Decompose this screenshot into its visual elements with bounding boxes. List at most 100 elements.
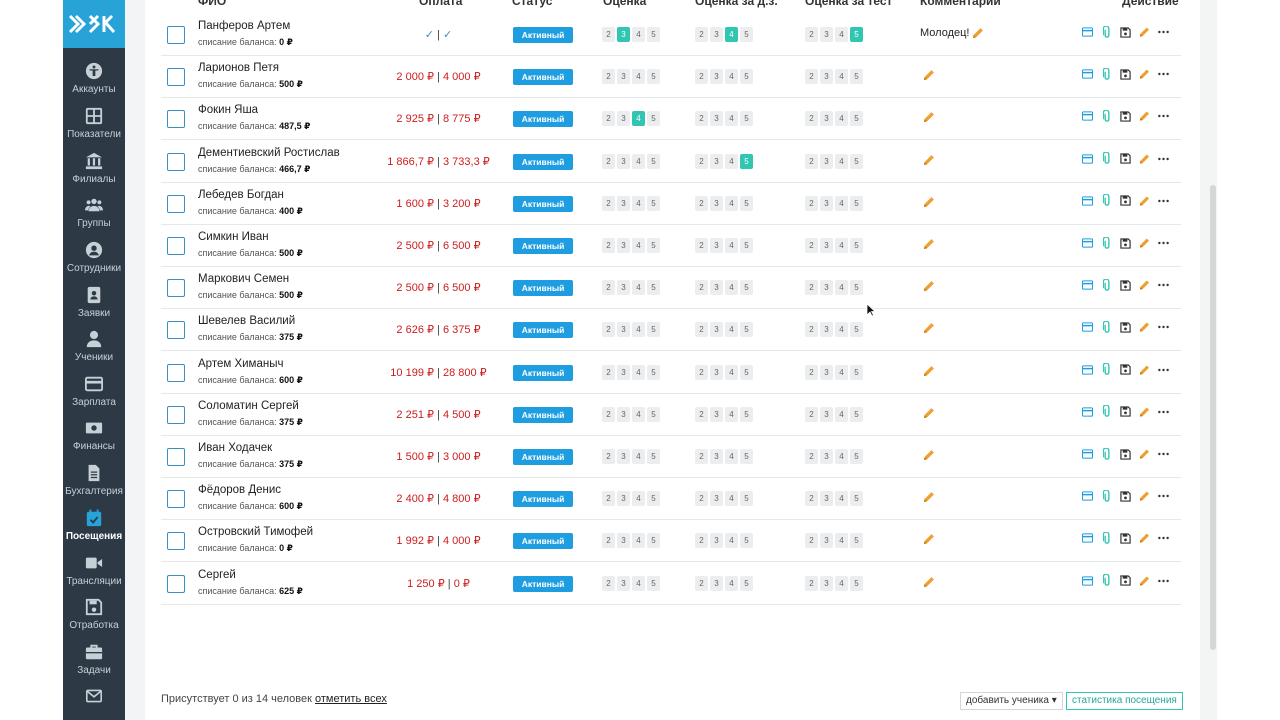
sidebar-item-user[interactable]: Ученики (63, 321, 125, 365)
grade-option-2[interactable]: 2 (602, 575, 615, 591)
grade-option-3[interactable]: 3 (617, 280, 630, 296)
grade-option-2[interactable]: 2 (602, 406, 615, 422)
edit-icon[interactable] (1139, 195, 1150, 207)
grade-option-5[interactable]: 5 (647, 27, 660, 42)
edit-icon[interactable] (1139, 110, 1150, 122)
attendance-checkbox[interactable] (167, 237, 185, 255)
grade-option-4[interactable]: 4 (725, 27, 738, 42)
grade-option-5[interactable]: 5 (740, 406, 753, 422)
status-badge[interactable]: Активный (513, 575, 573, 592)
grade-option-5[interactable]: 5 (850, 69, 863, 85)
grade-option-5[interactable]: 5 (740, 533, 753, 549)
paperclip-icon[interactable] (1101, 405, 1112, 418)
edit-icon[interactable] (1139, 575, 1150, 587)
grade-option-5[interactable]: 5 (740, 491, 753, 507)
more-icon[interactable] (1158, 321, 1169, 333)
card-icon[interactable] (1082, 364, 1093, 376)
grade-option-5[interactable]: 5 (740, 153, 753, 169)
edit-comment-icon[interactable] (923, 322, 935, 334)
card-icon[interactable] (1082, 237, 1093, 249)
grade-option-5[interactable]: 5 (740, 575, 753, 591)
attendance-checkbox[interactable] (167, 110, 185, 129)
more-icon[interactable] (1158, 406, 1169, 418)
grade-option-4[interactable]: 4 (725, 69, 738, 85)
grade-option-5[interactable]: 5 (850, 153, 863, 169)
more-icon[interactable] (1158, 575, 1169, 587)
grade-option-5[interactable]: 5 (647, 449, 660, 464)
card-icon[interactable] (1082, 26, 1093, 38)
card-icon[interactable] (1082, 110, 1093, 122)
paperclip-icon[interactable] (1101, 194, 1112, 207)
grade-option-4[interactable]: 4 (725, 406, 738, 422)
grade-option-5[interactable]: 5 (740, 69, 753, 85)
status-badge[interactable]: Активный (513, 27, 573, 43)
edit-comment-icon[interactable] (923, 154, 935, 166)
grade-option-4[interactable]: 4 (725, 575, 738, 591)
paperclip-icon[interactable] (1101, 25, 1112, 38)
grade-option-5[interactable]: 5 (647, 111, 660, 127)
grade-option-5[interactable]: 5 (647, 69, 660, 85)
save-icon[interactable] (1120, 321, 1131, 333)
grade-option-4[interactable]: 4 (835, 322, 848, 338)
grade-option-3[interactable]: 3 (710, 364, 723, 380)
grade-option-3[interactable]: 3 (820, 575, 833, 591)
grade-option-3[interactable]: 3 (617, 533, 630, 549)
card-icon[interactable] (1082, 153, 1093, 165)
card-icon[interactable] (1082, 279, 1093, 291)
paperclip-icon[interactable] (1101, 489, 1112, 502)
paperclip-icon[interactable] (1101, 531, 1112, 544)
grade-option-5[interactable]: 5 (647, 364, 660, 380)
grade-option-2[interactable]: 2 (805, 449, 818, 464)
save-icon[interactable] (1120, 195, 1131, 207)
edit-comment-icon[interactable] (923, 576, 935, 588)
grade-option-5[interactable]: 5 (850, 280, 863, 296)
grade-option-2[interactable]: 2 (602, 27, 615, 42)
sidebar-item-grid[interactable]: Показатели (63, 98, 125, 142)
sidebar-item-accessibility[interactable]: Аккаунты (63, 53, 125, 97)
grade-option-2[interactable]: 2 (695, 27, 708, 42)
save-icon[interactable] (1120, 153, 1131, 165)
edit-comment-icon[interactable] (923, 69, 935, 81)
card-icon[interactable] (1082, 321, 1093, 333)
grade-option-5[interactable]: 5 (850, 575, 863, 591)
grade-option-5[interactable]: 5 (850, 406, 863, 422)
card-icon[interactable] (1082, 490, 1093, 502)
grade-option-3[interactable]: 3 (710, 406, 723, 422)
grade-option-4[interactable]: 4 (632, 280, 645, 296)
grade-option-2[interactable]: 2 (695, 322, 708, 338)
grade-option-4[interactable]: 4 (725, 280, 738, 296)
grade-option-3[interactable]: 3 (617, 364, 630, 380)
save-icon[interactable] (1120, 26, 1131, 38)
edit-comment-icon[interactable] (972, 27, 984, 39)
status-badge[interactable]: Активный (513, 491, 573, 508)
grade-option-5[interactable]: 5 (740, 238, 753, 253)
more-icon[interactable] (1158, 448, 1169, 460)
edit-comment-icon[interactable] (923, 533, 935, 545)
grade-option-3[interactable]: 3 (710, 69, 723, 85)
grade-option-3[interactable]: 3 (710, 491, 723, 507)
paperclip-icon[interactable] (1101, 67, 1112, 80)
grade-option-3[interactable]: 3 (820, 111, 833, 127)
status-badge[interactable]: Активный (513, 364, 573, 381)
grade-option-3[interactable]: 3 (617, 69, 630, 85)
paperclip-icon[interactable] (1101, 447, 1112, 460)
grade-option-4[interactable]: 4 (725, 533, 738, 549)
grade-option-5[interactable]: 5 (647, 238, 660, 253)
grade-option-3[interactable]: 3 (617, 195, 630, 211)
grade-option-5[interactable]: 5 (740, 322, 753, 338)
grade-option-4[interactable]: 4 (725, 153, 738, 169)
grade-option-2[interactable]: 2 (695, 406, 708, 422)
grade-option-4[interactable]: 4 (835, 533, 848, 549)
grade-option-5[interactable]: 5 (850, 449, 863, 464)
edit-icon[interactable] (1139, 68, 1150, 80)
status-badge[interactable]: Активный (513, 449, 573, 465)
grade-option-2[interactable]: 2 (695, 238, 708, 253)
edit-icon[interactable] (1139, 279, 1150, 291)
save-icon[interactable] (1120, 237, 1131, 249)
grade-option-5[interactable]: 5 (647, 280, 660, 296)
status-badge[interactable]: Активный (513, 533, 573, 550)
save-icon[interactable] (1120, 490, 1131, 502)
more-icon[interactable] (1158, 68, 1169, 80)
grade-option-3[interactable]: 3 (617, 238, 630, 253)
edit-comment-icon[interactable] (923, 365, 935, 377)
